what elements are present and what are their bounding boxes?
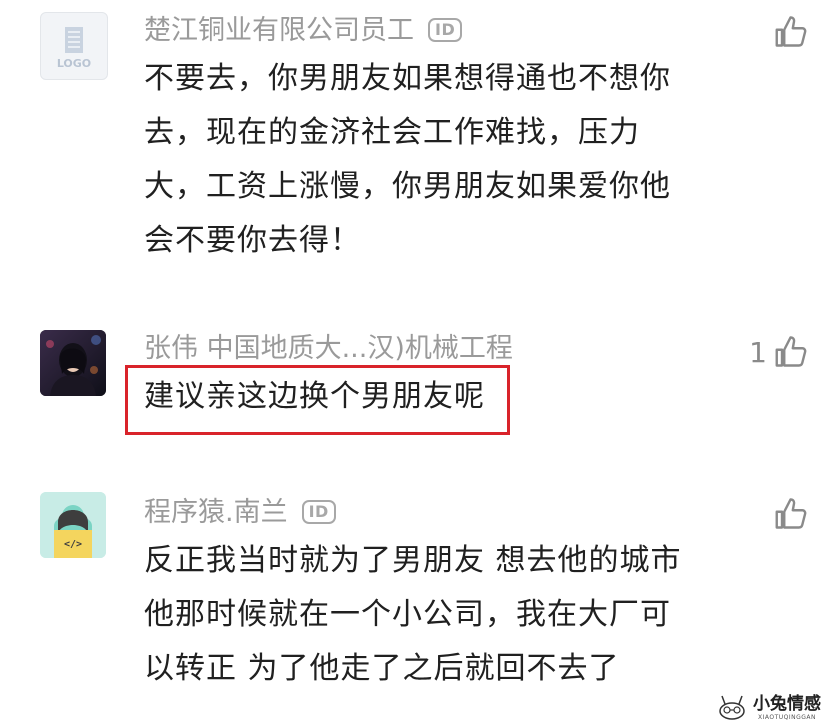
logo-icon: LOGO [57, 27, 91, 70]
watermark-title: 小兔情感 [753, 694, 821, 714]
svg-text:</>: </> [64, 539, 82, 550]
avatar[interactable]: LOGO [40, 12, 108, 80]
username-text[interactable]: 楚江铜业有限公司员工 [144, 15, 414, 46]
like-button[interactable] [767, 12, 809, 52]
rabbit-logo-icon [719, 695, 745, 720]
comment-line: 会不要你去得！ [144, 223, 361, 258]
like-button[interactable]: 1 [749, 332, 809, 372]
comment-line: 大，工资上涨慢，你男朋友如果爱你他 [144, 169, 671, 204]
comment-line: 去，现在的金济社会工作难找，压力 [144, 115, 640, 150]
user-photo-icon [40, 330, 106, 396]
comment-item: </> 程序猿.南兰 ID 反正我当时就为了男朋友 想去他的城市 他那时候就在一个… [0, 480, 829, 725]
like-count: 1 [749, 335, 767, 369]
username[interactable]: 楚江铜业有限公司员工 ID [144, 14, 463, 48]
watermark: 小兔情感 XIAOTUQINGGAN [715, 694, 821, 721]
comment-line: 反正我当时就为了男朋友 想去他的城市 [144, 543, 682, 578]
id-badge-icon: ID [301, 500, 336, 524]
avatar[interactable] [40, 330, 106, 396]
svg-text:LOGO: LOGO [57, 57, 91, 70]
watermark-subtitle: XIAOTUQINGGAN [757, 714, 817, 721]
username-text[interactable]: 张伟 中国地质大...汉)机械工程 [144, 333, 513, 364]
comment-line: 他那时候就在一个小公司，我在大厂可 [144, 597, 671, 632]
comment-body: 不要去，你男朋友如果想得通也不想你 去，现在的金济社会工作难找，压力 大，工资上… [144, 52, 671, 268]
comment-line: 以转正 为了他走了之后就回不去了 [144, 651, 620, 686]
comment-body: 反正我当时就为了男朋友 想去他的城市 他那时候就在一个小公司，我在大厂可 以转正… [144, 534, 682, 696]
username[interactable]: 程序猿.南兰 ID [144, 496, 336, 530]
like-button[interactable] [767, 494, 809, 534]
thumbs-up-icon [775, 336, 807, 367]
id-badge-icon: ID [428, 18, 463, 42]
avatar[interactable]: </> [40, 492, 106, 558]
thumbs-up-icon [775, 498, 807, 529]
code-avatar-icon: </> [40, 492, 106, 558]
thumbs-up-icon [775, 16, 807, 47]
username-text[interactable]: 程序猿.南兰 [144, 497, 288, 528]
username[interactable]: 张伟 中国地质大...汉)机械工程 [144, 332, 513, 366]
comment-item: LOGO 楚江铜业有限公司员工 ID 不要去，你男朋友如果想得通也不想你 去，现在… [0, 0, 829, 300]
highlight-annotation [125, 365, 510, 435]
comment-line: 不要去，你男朋友如果想得通也不想你 [144, 61, 671, 96]
